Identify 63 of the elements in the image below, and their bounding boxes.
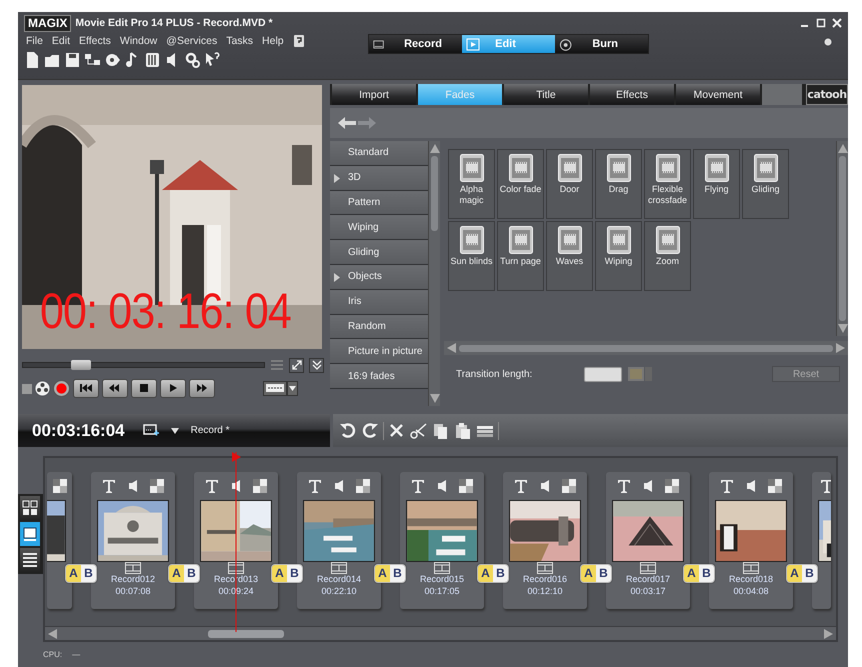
transition-button[interactable]: A B <box>168 564 200 583</box>
transition-length-label: Transition length: <box>456 368 534 380</box>
category-item[interactable]: Wiping <box>330 215 428 240</box>
clip-duration: 00:17:05 <box>424 586 460 596</box>
timecode: 00:03:16:04 <box>32 420 125 440</box>
panel-tab[interactable]: Effects <box>590 84 674 105</box>
transition-button[interactable]: A B <box>786 564 818 583</box>
menu-item[interactable]: File <box>26 34 43 46</box>
fade-tile[interactable]: Alpha magic <box>448 149 495 219</box>
fade-tile[interactable]: Flying <box>693 149 740 219</box>
menu-item[interactable]: Effects <box>79 34 111 46</box>
panel-tab[interactable]: Import <box>332 84 416 105</box>
mode-tab[interactable]: Record <box>369 35 462 53</box>
menu-item[interactable]: Window <box>120 34 158 46</box>
category-item[interactable]: 3D <box>330 166 428 191</box>
window-title: Movie Edit Pro 14 PLUS - Record.MVD * <box>75 17 273 29</box>
fade-tile[interactable]: Sun blinds <box>448 221 495 291</box>
fade-tile[interactable]: Waves <box>546 221 593 291</box>
app-logo: MAGIX <box>24 14 72 32</box>
transition-button[interactable]: A B <box>580 564 612 583</box>
clip-name: Record017 <box>626 574 670 584</box>
menu-item[interactable]: Help <box>262 34 284 46</box>
fade-tile[interactable]: Door <box>546 149 593 219</box>
fade-tile[interactable]: Wiping <box>595 221 642 291</box>
project-name[interactable]: Record * <box>190 425 230 436</box>
clip-name: Record016 <box>522 574 568 584</box>
mode-tab[interactable]: Burn <box>555 35 648 53</box>
fade-tile[interactable]: Color fade <box>497 149 544 219</box>
clip-name: Record018 <box>728 574 774 584</box>
transition-button[interactable]: A B <box>65 564 97 583</box>
fade-tile[interactable]: Gliding <box>742 149 789 219</box>
transition-button[interactable]: A B <box>374 564 406 583</box>
transition-button[interactable]: A B <box>477 564 509 583</box>
panel-tab[interactable]: Movement <box>676 84 760 105</box>
transition-button[interactable]: A B <box>271 564 303 583</box>
clip-name: Record015 <box>420 574 464 584</box>
clip-name: Record014 <box>316 574 362 584</box>
clip-duration: 00:04:08 <box>733 586 769 596</box>
menu-item[interactable]: Edit <box>52 34 70 46</box>
clip-duration: 00:22:10 <box>321 586 357 596</box>
clip-duration: 00:12:10 <box>527 586 563 596</box>
cpu-value: — <box>72 650 80 659</box>
menu-item[interactable]: Tasks <box>226 34 254 46</box>
cpu-label: CPU: <box>43 650 62 659</box>
category-item[interactable]: Random <box>330 314 428 340</box>
panel-tab[interactable]: Title <box>504 84 588 105</box>
category-item[interactable]: Standard <box>330 141 428 166</box>
clip-name: Record012 <box>110 574 156 584</box>
brand-logo[interactable]: catooh <box>806 84 848 105</box>
category-item[interactable]: Picture in picture <box>330 339 428 364</box>
fade-tile[interactable]: Flexible crossfade <box>644 149 691 219</box>
fade-tile[interactable]: Zoom <box>644 221 691 291</box>
clip-duration: 00:07:08 <box>115 586 151 596</box>
category-item[interactable]: Pattern <box>330 190 428 216</box>
fade-tile[interactable]: Turn page <box>497 221 544 291</box>
fade-tile[interactable]: Drag <box>595 149 642 219</box>
menu-item[interactable]: @Services <box>166 34 218 46</box>
category-item[interactable]: Objects <box>330 264 428 290</box>
transition-button[interactable]: A B <box>683 564 715 583</box>
category-item[interactable]: 16:9 fades <box>330 364 428 389</box>
clip-duration: 00:03:17 <box>630 586 666 596</box>
category-item[interactable]: Iris <box>330 290 428 315</box>
category-item[interactable]: Gliding <box>330 240 428 265</box>
